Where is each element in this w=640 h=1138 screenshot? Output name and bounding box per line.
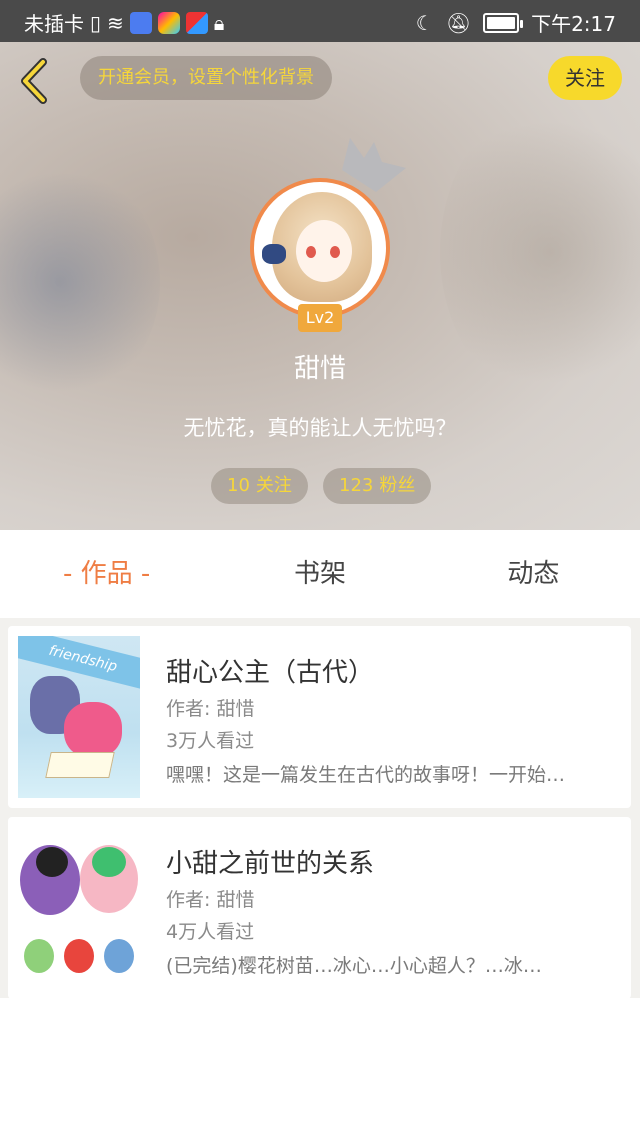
- level-badge: Lv2: [298, 304, 342, 332]
- app-notification-icon-2: [185, 11, 208, 34]
- back-button[interactable]: [14, 56, 54, 106]
- wifi-icon: ≋: [107, 10, 124, 35]
- mute-bell-icon: 🔕︎: [445, 10, 472, 35]
- profile-tabs: - 作品 - 书架 动态: [0, 530, 640, 618]
- work-title[interactable]: 小甜之前世的关系: [166, 843, 374, 880]
- carrier-text: 未插卡: [24, 12, 84, 36]
- following-count-button[interactable]: 10 关注: [211, 468, 308, 504]
- moon-icon: ☾: [415, 10, 434, 35]
- follow-button[interactable]: 关注: [548, 56, 622, 100]
- user-bio: 无忧花，真的能让人无忧吗？: [183, 416, 457, 440]
- username: 甜惜: [293, 354, 346, 384]
- lock-icon: 🔒︎: [213, 10, 225, 35]
- tab-works[interactable]: - 作品 -: [0, 530, 213, 618]
- vip-background-prompt[interactable]: 开通会员，设置个性化背景: [80, 56, 332, 100]
- fans-count: 123: [339, 475, 374, 496]
- fans-count-button[interactable]: 123 粉丝: [323, 468, 432, 504]
- work-cover-image[interactable]: [18, 827, 140, 989]
- tab-activity[interactable]: 动态: [427, 530, 640, 618]
- tab-bookshelf[interactable]: 书架: [213, 530, 426, 618]
- baidu-app-icon: [129, 11, 152, 34]
- battery-icon: [483, 12, 524, 33]
- status-bar: 未插卡 ▯ ≋ 🔒︎ ☾ 🔕︎ 下午2:17: [0, 0, 640, 42]
- app-notification-icon: [157, 11, 180, 34]
- work-description: (已完结)樱花树苗…冰心…小心超人？…冰…: [166, 955, 542, 977]
- following-count: 10: [227, 475, 250, 496]
- sim-alert-icon: ▯: [90, 10, 102, 35]
- work-cover-image[interactable]: friendship: [18, 636, 140, 798]
- work-author: 作者: 甜惜: [166, 698, 255, 720]
- work-description: 嘿嘿！这是一篇发生在古代的故事呀！一开始…: [166, 764, 566, 786]
- works-list: friendship 甜心公主（古代） 作者: 甜惜 3万人看过 嘿嘿！这是一篇…: [0, 618, 640, 999]
- following-label: 关注: [255, 475, 292, 496]
- clock-text: 下午2:17: [531, 12, 616, 36]
- status-bar-right: ☾ 🔕︎ 下午2:17: [416, 8, 616, 37]
- fans-label: 粉丝: [379, 475, 416, 496]
- work-title[interactable]: 甜心公主（古代）: [166, 652, 374, 689]
- status-bar-left: 未插卡 ▯ ≋ 🔒︎: [24, 8, 224, 37]
- chevron-left-icon: [21, 58, 47, 104]
- work-card[interactable]: friendship 甜心公主（古代） 作者: 甜惜 3万人看过 嘿嘿！这是一篇…: [8, 626, 631, 808]
- work-card[interactable]: 小甜之前世的关系 作者: 甜惜 4万人看过 (已完结)樱花树苗…冰心…小心超人？…: [8, 817, 631, 999]
- work-views: 4万人看过: [166, 921, 255, 943]
- profile-header: 开通会员，设置个性化背景 关注 Lv2 甜惜 无忧花，真的能让人无忧吗？ 10 关…: [0, 42, 640, 530]
- avatar[interactable]: [250, 178, 390, 318]
- work-views: 3万人看过: [166, 730, 255, 752]
- work-author: 作者: 甜惜: [166, 889, 255, 911]
